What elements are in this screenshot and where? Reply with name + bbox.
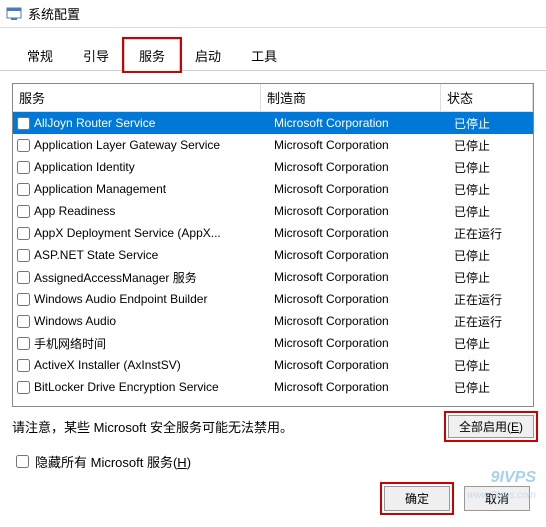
cell-name: AppX Deployment Service (AppX... [34, 226, 274, 240]
cell-name: Windows Audio Endpoint Builder [34, 292, 274, 306]
cell-mfr: Microsoft Corporation [274, 380, 454, 394]
row-checkbox[interactable] [17, 161, 30, 174]
cell-mfr: Microsoft Corporation [274, 226, 454, 240]
row-checkbox[interactable] [17, 337, 30, 350]
cell-mfr: Microsoft Corporation [274, 160, 454, 174]
cell-name: Windows Audio [34, 314, 274, 328]
cell-status: 已停止 [454, 115, 529, 132]
cell-name: AssignedAccessManager 服务 [34, 269, 274, 286]
cell-mfr: Microsoft Corporation [274, 270, 454, 284]
cell-name: BitLocker Drive Encryption Service [34, 380, 274, 394]
cell-name: AllJoyn Router Service [34, 116, 274, 130]
cell-name: Application Identity [34, 160, 274, 174]
hide-ms-label: 隐藏所有 Microsoft 服务(H) [35, 452, 191, 471]
window-title: 系统配置 [28, 4, 80, 23]
table-row[interactable]: ActiveX Installer (AxInstSV)Microsoft Co… [13, 354, 533, 376]
cell-mfr: Microsoft Corporation [274, 204, 454, 218]
tab-services[interactable]: 服务 [124, 39, 180, 71]
row-checkbox[interactable] [17, 293, 30, 306]
dialog-buttons: 确定 取消 [384, 486, 530, 511]
table-row[interactable]: ASP.NET State ServiceMicrosoft Corporati… [13, 244, 533, 266]
cell-status: 正在运行 [454, 291, 529, 308]
cell-mfr: Microsoft Corporation [274, 336, 454, 350]
cell-name: Application Management [34, 182, 274, 196]
services-table: 服务 制造商 状态 AllJoyn Router ServiceMicrosof… [12, 83, 534, 407]
cell-mfr: Microsoft Corporation [274, 358, 454, 372]
cell-name: 手机网络时间 [34, 335, 274, 352]
cell-status: 正在运行 [454, 225, 529, 242]
cell-mfr: Microsoft Corporation [274, 182, 454, 196]
table-row[interactable]: Windows Audio Endpoint BuilderMicrosoft … [13, 288, 533, 310]
cell-name: Application Layer Gateway Service [34, 138, 274, 152]
cell-status: 已停止 [454, 203, 529, 220]
cell-status: 已停止 [454, 335, 529, 352]
cell-name: App Readiness [34, 204, 274, 218]
note-text: 请注意，某些 Microsoft 安全服务可能无法禁用。 [12, 417, 448, 436]
cancel-button[interactable]: 取消 [464, 486, 530, 511]
table-row[interactable]: AllJoyn Router ServiceMicrosoft Corporat… [13, 112, 533, 134]
table-row[interactable]: Application IdentityMicrosoft Corporatio… [13, 156, 533, 178]
table-row[interactable]: App ReadinessMicrosoft Corporation已停止 [13, 200, 533, 222]
cell-status: 已停止 [454, 181, 529, 198]
tab-startup[interactable]: 启动 [180, 39, 236, 71]
cell-name: ASP.NET State Service [34, 248, 274, 262]
tabs: 常规引导服务启动工具 [0, 28, 546, 71]
row-checkbox[interactable] [17, 249, 30, 262]
tab-boot[interactable]: 引导 [68, 39, 124, 71]
col-header-mfr[interactable]: 制造商 [261, 84, 441, 111]
row-checkbox[interactable] [17, 315, 30, 328]
tab-content: 服务 制造商 状态 AllJoyn Router ServiceMicrosof… [0, 71, 546, 483]
table-row[interactable]: Application ManagementMicrosoft Corporat… [13, 178, 533, 200]
tab-tools[interactable]: 工具 [236, 39, 292, 71]
table-row[interactable]: BitLocker Drive Encryption ServiceMicros… [13, 376, 533, 398]
cell-status: 已停止 [454, 137, 529, 154]
note-row: 请注意，某些 Microsoft 安全服务可能无法禁用。 全部启用(E) [12, 407, 534, 438]
cell-mfr: Microsoft Corporation [274, 314, 454, 328]
tab-general[interactable]: 常规 [12, 39, 68, 71]
cell-status: 已停止 [454, 357, 529, 374]
enable-all-button[interactable]: 全部启用(E) [448, 415, 534, 438]
row-checkbox[interactable] [17, 227, 30, 240]
ok-button[interactable]: 确定 [384, 486, 450, 511]
hide-ms-checkbox[interactable] [16, 455, 29, 468]
row-checkbox[interactable] [17, 117, 30, 130]
cell-status: 已停止 [454, 379, 529, 396]
row-checkbox[interactable] [17, 271, 30, 284]
row-checkbox[interactable] [17, 205, 30, 218]
row-checkbox[interactable] [17, 381, 30, 394]
table-header: 服务 制造商 状态 [13, 84, 533, 112]
cell-name: ActiveX Installer (AxInstSV) [34, 358, 274, 372]
col-header-name[interactable]: 服务 [13, 84, 261, 111]
table-row[interactable]: Application Layer Gateway ServiceMicroso… [13, 134, 533, 156]
app-icon [6, 6, 22, 22]
col-header-status[interactable]: 状态 [441, 84, 533, 111]
cell-mfr: Microsoft Corporation [274, 248, 454, 262]
hide-ms-row: 隐藏所有 Microsoft 服务(H) [12, 438, 534, 471]
row-checkbox[interactable] [17, 183, 30, 196]
cell-mfr: Microsoft Corporation [274, 292, 454, 306]
cell-mfr: Microsoft Corporation [274, 116, 454, 130]
table-row[interactable]: AppX Deployment Service (AppX...Microsof… [13, 222, 533, 244]
table-row[interactable]: 手机网络时间Microsoft Corporation已停止 [13, 332, 533, 354]
table-body: AllJoyn Router ServiceMicrosoft Corporat… [13, 112, 533, 398]
cell-status: 正在运行 [454, 313, 529, 330]
cell-status: 已停止 [454, 247, 529, 264]
table-row[interactable]: Windows AudioMicrosoft Corporation正在运行 [13, 310, 533, 332]
table-row[interactable]: AssignedAccessManager 服务Microsoft Corpor… [13, 266, 533, 288]
cell-status: 已停止 [454, 159, 529, 176]
cell-status: 已停止 [454, 269, 529, 286]
row-checkbox[interactable] [17, 359, 30, 372]
cell-mfr: Microsoft Corporation [274, 138, 454, 152]
titlebar: 系统配置 [0, 0, 546, 28]
row-checkbox[interactable] [17, 139, 30, 152]
